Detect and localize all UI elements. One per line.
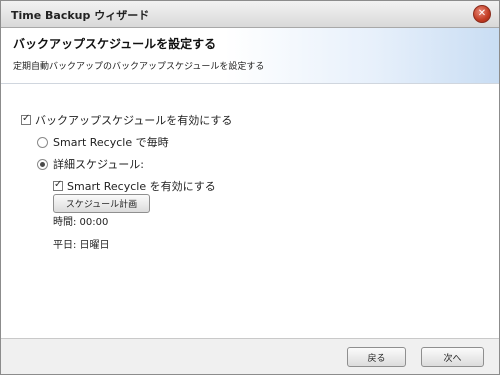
back-button[interactable]: 戻る — [347, 347, 406, 367]
schedule-plan-button[interactable]: スケジュール計画 — [53, 194, 150, 213]
enable-smart-recycle-checkbox[interactable] — [53, 179, 63, 191]
radio-smart-recycle-row[interactable]: Smart Recycle で毎時 — [37, 134, 169, 150]
radio-smart-recycle-label: Smart Recycle で毎時 — [53, 136, 169, 149]
radio-detailed-row[interactable]: 詳細スケジュール: — [37, 156, 144, 172]
next-button[interactable]: 次へ — [421, 347, 484, 367]
title-bar: Time Backup ウィザード ✕ — [1, 1, 499, 28]
wizard-footer: 戻る 次へ — [1, 338, 499, 374]
radio-detailed-schedule[interactable] — [37, 158, 48, 170]
wizard-header: バックアップスケジュールを設定する 定期自動バックアップのバックアップスケジュー… — [1, 28, 499, 84]
enable-schedule-row[interactable]: バックアップスケジュールを有効にする — [21, 112, 232, 128]
enable-schedule-checkbox[interactable] — [21, 113, 31, 125]
enable-smart-recycle-label: Smart Recycle を有効にする — [67, 180, 216, 193]
time-line: 時間: 00:00 — [53, 217, 109, 228]
step-subtitle: 定期自動バックアップのバックアップスケジュールを設定する — [13, 62, 265, 72]
enable-schedule-label: バックアップスケジュールを有効にする — [35, 114, 233, 127]
radio-smart-recycle[interactable] — [37, 136, 48, 148]
window-title: Time Backup ウィザード — [11, 9, 150, 22]
wizard-content: バックアップスケジュールを有効にする Smart Recycle で毎時 詳細ス… — [1, 84, 499, 338]
step-title: バックアップスケジュールを設定する — [13, 37, 217, 51]
weekday-line: 平日: 日曜日 — [53, 240, 110, 251]
enable-smart-recycle-row[interactable]: Smart Recycle を有効にする — [53, 178, 216, 194]
radio-detailed-label: 詳細スケジュール: — [53, 158, 144, 171]
wizard-window: Time Backup ウィザード ✕ バックアップスケジュールを設定する 定期… — [0, 0, 500, 375]
close-icon[interactable]: ✕ — [473, 5, 491, 23]
